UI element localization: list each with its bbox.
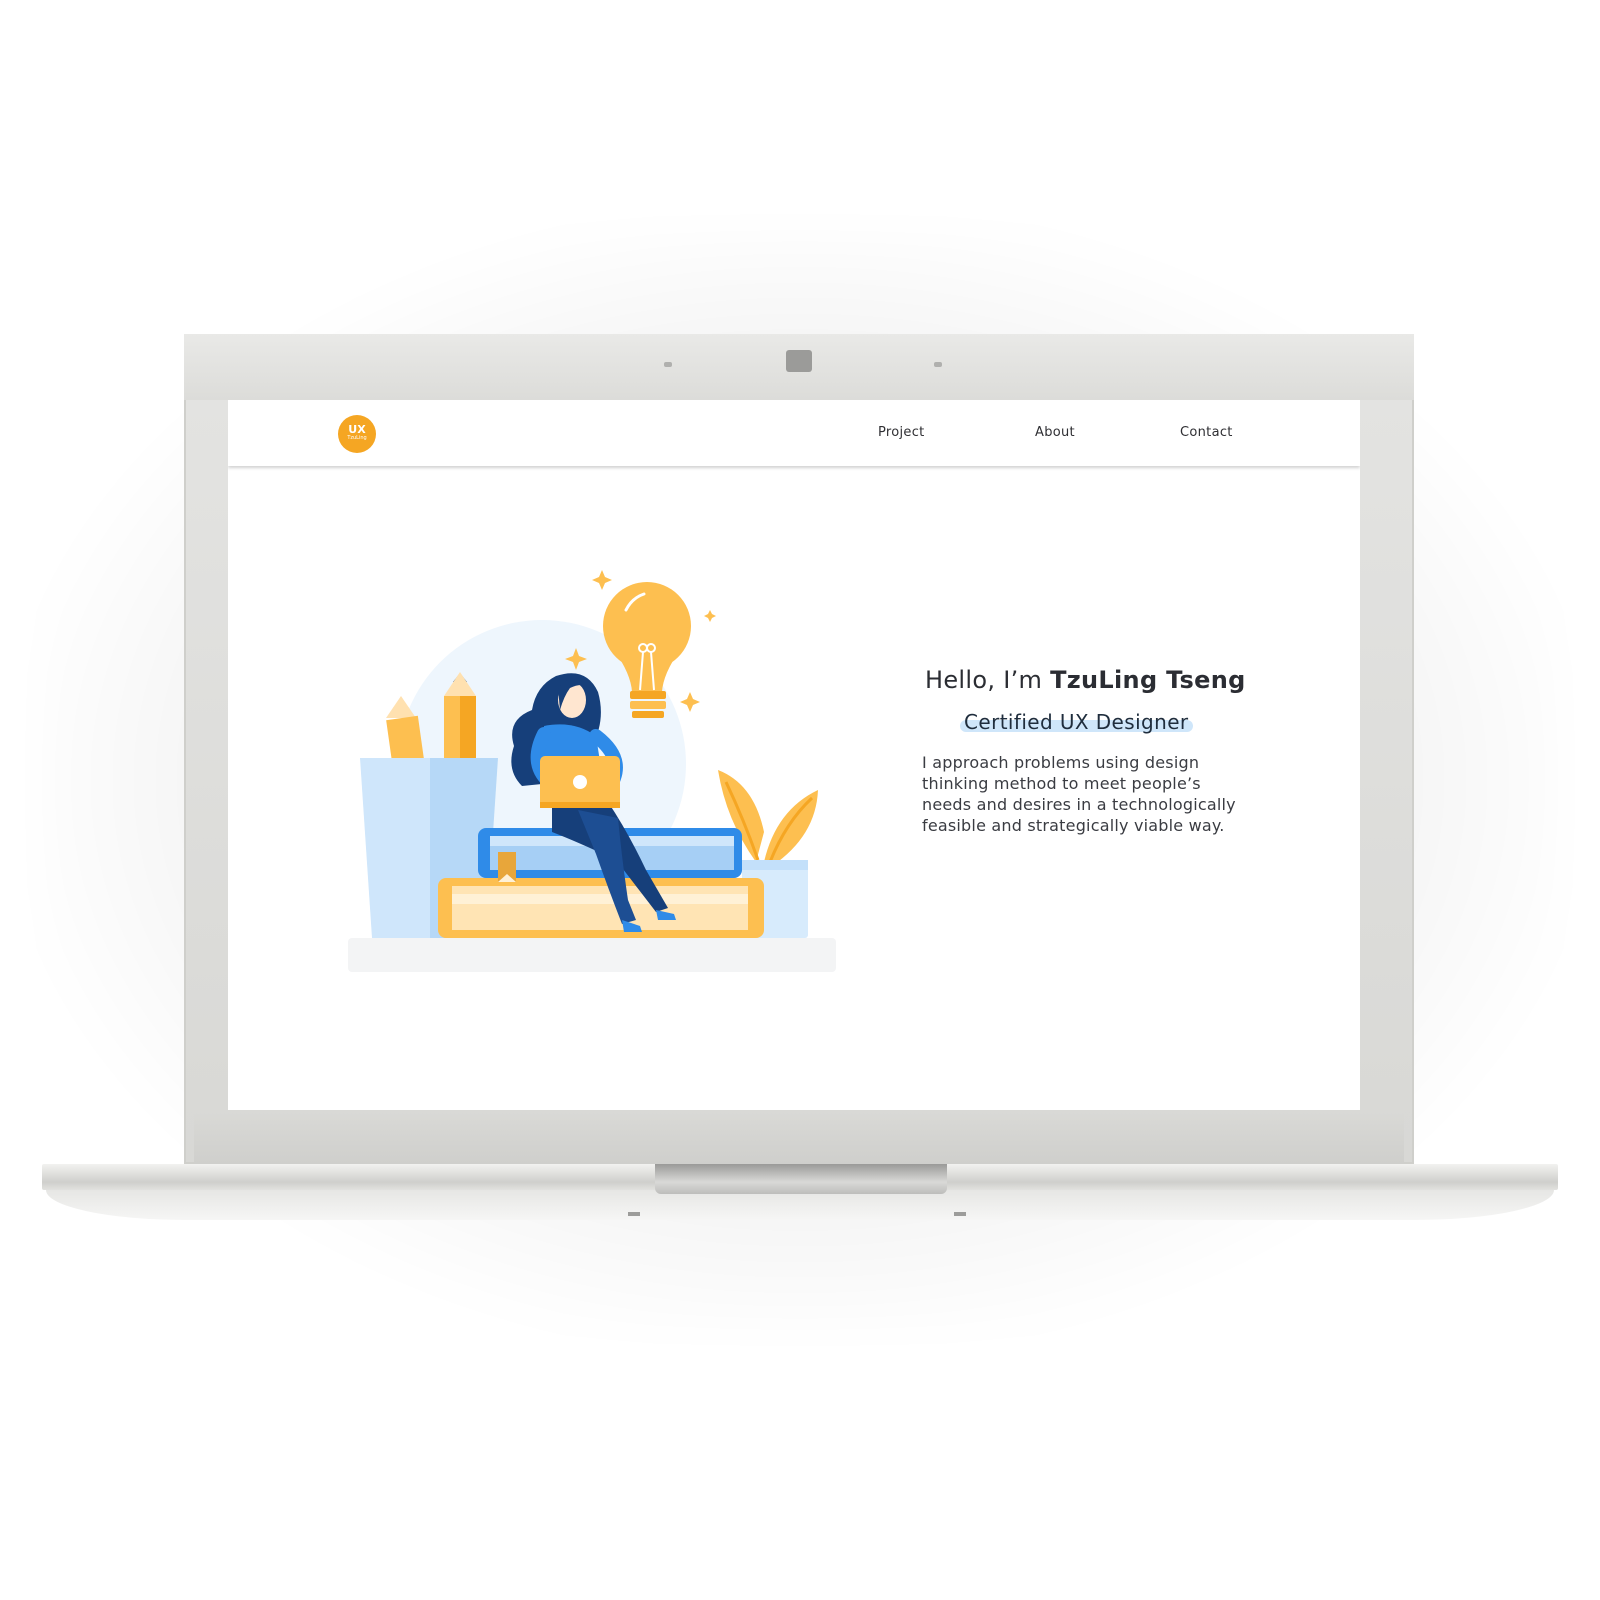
mockup-stage: UX TzuLing Project About Contact Hello, … [0,0,1600,1600]
nav-link-contact[interactable]: Contact [1180,425,1233,440]
hero-text-block: Hello, I’m TzuLing Tseng Certified UX De… [922,666,1322,836]
navbar: UX TzuLing Project About Contact [228,400,1360,466]
floor-shadow [348,938,836,972]
hero-illustration [348,570,836,972]
sparkle-icon [592,570,612,590]
designer-name: TzuLing Tseng [1050,666,1246,694]
laptop-foot-left [628,1212,640,1216]
sensor-dot-right [934,362,942,367]
job-title-wrapper: Certified UX Designer [960,710,1193,734]
greeting-prefix: Hello, I’m [925,666,1051,694]
laptop-foot-right [954,1212,966,1216]
webcam-icon [786,350,812,372]
logo-sub-text: TzuLing [347,435,367,441]
laptop-hinge [655,1164,947,1194]
job-title: Certified UX Designer [964,710,1189,734]
bio-paragraph: I approach problems using design thinkin… [922,753,1236,835]
laptop-screen: UX TzuLing Project About Contact Hello, … [228,400,1360,1110]
sensor-dot-left [664,362,672,367]
nav-link-project[interactable]: Project [878,425,925,440]
logo-icon[interactable]: UX TzuLing [338,415,376,453]
hero-greeting: Hello, I’m TzuLing Tseng [925,666,1322,694]
logo-main-text: UX [348,423,366,436]
nav-link-about[interactable]: About [1035,425,1075,440]
laptop-base-bottom [46,1190,1554,1220]
lid-chin [194,1112,1404,1164]
sparkle-icon [704,610,716,622]
sparkle-icon [680,692,700,712]
